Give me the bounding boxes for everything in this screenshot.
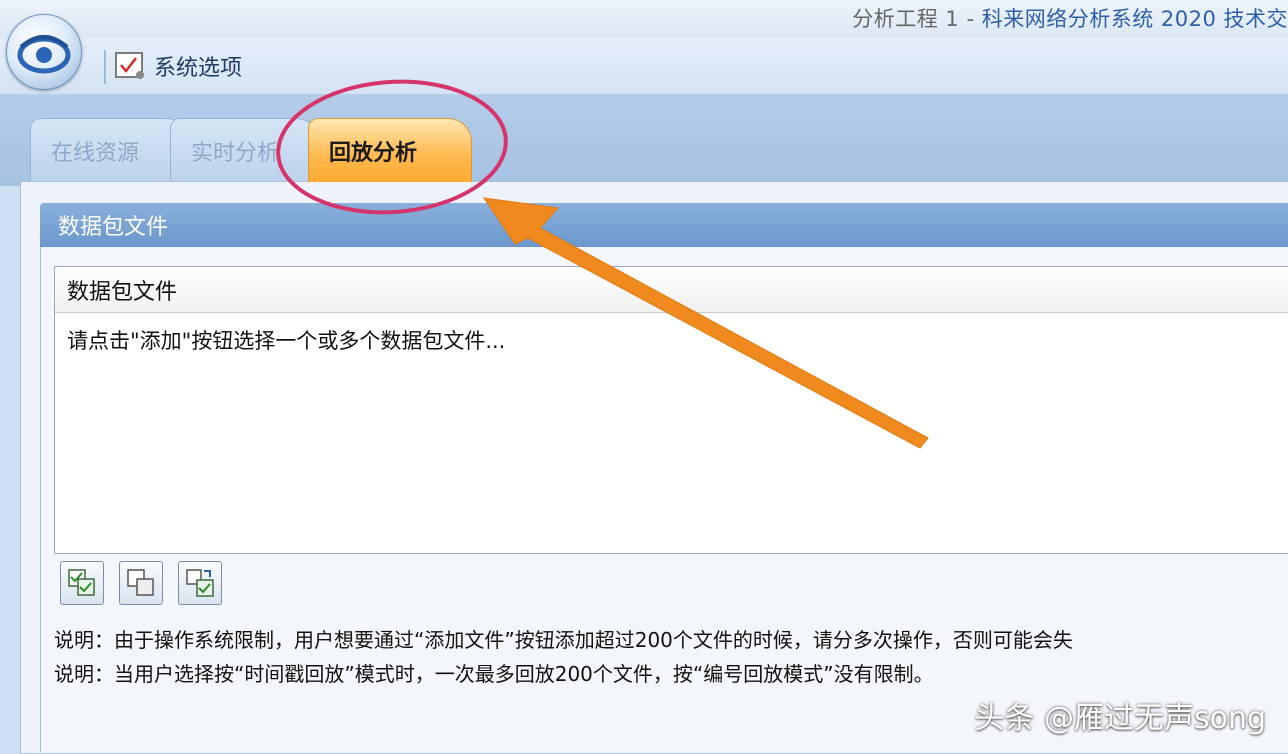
window-title-project: 分析工程 1 -	[852, 7, 982, 31]
replace-file-button[interactable]	[178, 561, 222, 605]
add-file-icon	[68, 569, 95, 596]
watermark: 头条 @雁过无声song	[974, 701, 1266, 736]
tab-label: 回放分析	[329, 140, 418, 166]
add-file-button[interactable]	[60, 561, 104, 605]
app-logo-icon	[17, 35, 71, 74]
ribbon-separator	[104, 50, 106, 84]
note-line-2: 说明：当用户选择按“时间戳回放”模式时，一次最多回放200个文件，按“编号回放模…	[54, 662, 934, 686]
remove-file-button[interactable]	[119, 561, 163, 605]
replace-file-icon	[186, 569, 214, 597]
title-bar: 分析工程 1 - 科来网络分析系统 2020 技术交	[0, 0, 1288, 38]
app-menu-button[interactable]	[6, 14, 82, 90]
list-column-header[interactable]: 数据包文件	[55, 267, 1288, 313]
system-options-button[interactable]: 系统选项	[114, 48, 242, 84]
list-column-header-label: 数据包文件	[67, 279, 178, 305]
system-options-label: 系统选项	[154, 56, 243, 81]
system-options-icon	[115, 52, 144, 79]
window-title: 分析工程 1 - 科来网络分析系统 2020 技术交	[852, 3, 1288, 33]
packet-group-title: 数据包文件	[58, 215, 169, 240]
tab-playback-analysis[interactable]: 回放分析	[308, 118, 472, 182]
tab-label: 实时分析	[191, 140, 280, 166]
packet-group-header: 数据包文件	[40, 203, 1288, 247]
tab-label: 在线资源	[51, 140, 140, 166]
tab-online-resources[interactable]: 在线资源	[30, 118, 190, 182]
packet-file-list[interactable]: 数据包文件 请点击"添加"按钮选择一个或多个数据包文件...	[54, 266, 1288, 554]
list-placeholder: 请点击"添加"按钮选择一个或多个数据包文件...	[67, 329, 506, 353]
note-line-1: 说明：由于操作系统限制，用户想要通过“添加文件”按钮添加超过200个文件的时候，…	[54, 628, 1073, 652]
remove-file-icon	[127, 569, 154, 596]
tab-realtime-analysis[interactable]: 实时分析	[170, 118, 320, 182]
window-title-app: 科来网络分析系统 2020 技术交	[981, 7, 1288, 31]
